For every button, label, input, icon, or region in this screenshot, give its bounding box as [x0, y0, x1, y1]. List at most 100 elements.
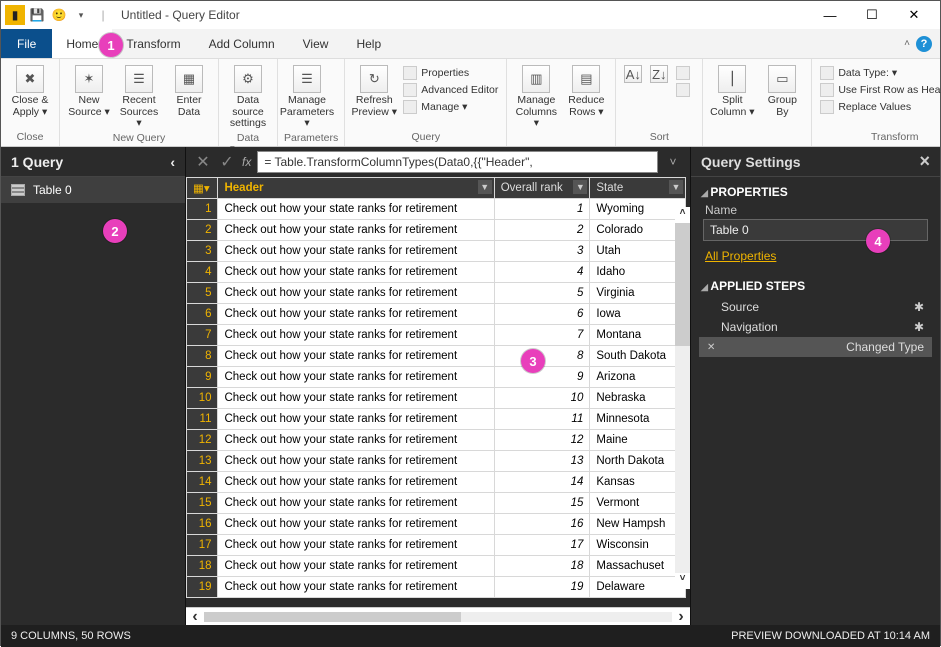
tab-add-column[interactable]: Add Column: [195, 29, 289, 58]
cell[interactable]: Check out how your state ranks for retir…: [218, 220, 494, 241]
ribbon-small-6-1[interactable]: [674, 82, 696, 98]
formula-cancel-icon[interactable]: ✕: [194, 152, 212, 172]
cell[interactable]: Check out how your state ranks for retir…: [218, 493, 494, 514]
cell[interactable]: Check out how your state ranks for retir…: [218, 241, 494, 262]
cell[interactable]: North Dakota: [590, 451, 686, 472]
cell[interactable]: Check out how your state ranks for retir…: [218, 514, 494, 535]
column-header-state[interactable]: State▼: [590, 178, 686, 199]
minimize-button[interactable]: —: [816, 5, 844, 25]
applied-step-changed-type[interactable]: Changed Type: [699, 337, 932, 357]
row-number[interactable]: 3: [187, 241, 218, 262]
cell[interactable]: Minnesota: [590, 409, 686, 430]
close-settings-icon[interactable]: ×: [919, 151, 930, 172]
cell[interactable]: Idaho: [590, 262, 686, 283]
table-row[interactable]: 19Check out how your state ranks for ret…: [187, 577, 686, 598]
row-number[interactable]: 2: [187, 220, 218, 241]
cell[interactable]: Delaware: [590, 577, 686, 598]
data-grid[interactable]: ▦▾Header▼Overall rank▼State▼ 1Check out …: [186, 177, 686, 598]
all-properties-link[interactable]: All Properties: [691, 247, 940, 271]
cell[interactable]: 10: [494, 388, 590, 409]
cell[interactable]: Check out how your state ranks for retir…: [218, 325, 494, 346]
table-row[interactable]: 2Check out how your state ranks for reti…: [187, 220, 686, 241]
ribbon-small-8-1[interactable]: Use First Row as Headers ▾: [818, 82, 941, 98]
ribbon-small-4-0[interactable]: Properties: [401, 65, 500, 81]
cell[interactable]: Check out how your state ranks for retir…: [218, 262, 494, 283]
ribbon-small-8-2[interactable]: Replace Values: [818, 99, 941, 115]
cell[interactable]: Check out how your state ranks for retir…: [218, 451, 494, 472]
cell[interactable]: 6: [494, 304, 590, 325]
row-number[interactable]: 9: [187, 367, 218, 388]
cell[interactable]: 5: [494, 283, 590, 304]
ribbon-small-4-2[interactable]: Manage ▾: [401, 99, 500, 115]
table-row[interactable]: 16Check out how your state ranks for ret…: [187, 514, 686, 535]
row-number[interactable]: 12: [187, 430, 218, 451]
ribbon-small-8-0[interactable]: Data Type: ▾: [818, 65, 941, 81]
row-number[interactable]: 13: [187, 451, 218, 472]
formula-expand-icon[interactable]: ˅: [664, 155, 682, 169]
applied-step-source[interactable]: Source✱: [699, 297, 932, 317]
query-name-input[interactable]: [703, 219, 928, 241]
cell[interactable]: 18: [494, 556, 590, 577]
cell[interactable]: Check out how your state ranks for retir…: [218, 556, 494, 577]
gear-icon[interactable]: ✱: [914, 300, 924, 314]
row-number[interactable]: 4: [187, 262, 218, 283]
cell[interactable]: Check out how your state ranks for retir…: [218, 535, 494, 556]
table-row[interactable]: 6Check out how your state ranks for reti…: [187, 304, 686, 325]
column-header-header[interactable]: Header▼: [218, 178, 494, 199]
cell[interactable]: 4: [494, 262, 590, 283]
cell[interactable]: Colorado: [590, 220, 686, 241]
horizontal-scrollbar[interactable]: ‹ ›: [186, 607, 690, 625]
applied-step-navigation[interactable]: Navigation✱: [699, 317, 932, 337]
cell[interactable]: 9: [494, 367, 590, 388]
row-number[interactable]: 11: [187, 409, 218, 430]
cell[interactable]: South Dakota: [590, 346, 686, 367]
ribbon-small-6-0[interactable]: [674, 65, 696, 81]
row-number[interactable]: 10: [187, 388, 218, 409]
cell[interactable]: Check out how your state ranks for retir…: [218, 367, 494, 388]
row-number[interactable]: 17: [187, 535, 218, 556]
cell[interactable]: Check out how your state ranks for retir…: [218, 430, 494, 451]
row-number[interactable]: 7: [187, 325, 218, 346]
cell[interactable]: 2: [494, 220, 590, 241]
cell[interactable]: Wisconsin: [590, 535, 686, 556]
table-row[interactable]: 8Check out how your state ranks for reti…: [187, 346, 686, 367]
table-row[interactable]: 3Check out how your state ranks for reti…: [187, 241, 686, 262]
table-row[interactable]: 4Check out how your state ranks for reti…: [187, 262, 686, 283]
formula-accept-icon[interactable]: ✓: [218, 152, 236, 172]
scroll-down-icon[interactable]: ˅: [675, 573, 690, 589]
maximize-button[interactable]: ☐: [858, 5, 886, 25]
cell[interactable]: Check out how your state ranks for retir…: [218, 409, 494, 430]
cell[interactable]: Montana: [590, 325, 686, 346]
row-number[interactable]: 8: [187, 346, 218, 367]
cell[interactable]: Massachuset: [590, 556, 686, 577]
collapse-ribbon-icon[interactable]: ˄: [904, 38, 910, 49]
collapse-queries-icon[interactable]: ‹: [170, 154, 175, 170]
ribbon-button-1-2[interactable]: ▦Enter Data: [166, 61, 212, 118]
cell[interactable]: Maine: [590, 430, 686, 451]
close-window-button[interactable]: ✕: [900, 5, 928, 25]
table-row[interactable]: 18Check out how your state ranks for ret…: [187, 556, 686, 577]
ribbon-button-7-0[interactable]: ⎮Split Column ▾: [709, 61, 755, 118]
column-filter-icon[interactable]: ▼: [573, 180, 587, 194]
column-filter-icon[interactable]: ▼: [478, 180, 492, 194]
cell[interactable]: 17: [494, 535, 590, 556]
cell[interactable]: Check out how your state ranks for retir…: [218, 577, 494, 598]
ribbon-button-2-0[interactable]: ⚙Data source settings: [225, 61, 271, 130]
query-item-table0[interactable]: Table 0: [1, 177, 185, 203]
cell[interactable]: 16: [494, 514, 590, 535]
cell[interactable]: 12: [494, 430, 590, 451]
cell[interactable]: Kansas: [590, 472, 686, 493]
sort-asc-button[interactable]: A↓: [622, 61, 644, 83]
vertical-scrollbar[interactable]: ˄ ˅: [675, 207, 690, 589]
row-number[interactable]: 19: [187, 577, 218, 598]
row-number[interactable]: 5: [187, 283, 218, 304]
table-row[interactable]: 17Check out how your state ranks for ret…: [187, 535, 686, 556]
ribbon-button-5-1[interactable]: ▤Reduce Rows ▾: [563, 61, 609, 118]
tab-transform[interactable]: Transform: [112, 29, 194, 58]
cell[interactable]: 3: [494, 241, 590, 262]
ribbon-button-1-1[interactable]: ☰Recent Sources ▾: [116, 61, 162, 130]
cell[interactable]: 1: [494, 199, 590, 220]
cell[interactable]: 7: [494, 325, 590, 346]
table-row[interactable]: 1Check out how your state ranks for reti…: [187, 199, 686, 220]
row-number[interactable]: 14: [187, 472, 218, 493]
